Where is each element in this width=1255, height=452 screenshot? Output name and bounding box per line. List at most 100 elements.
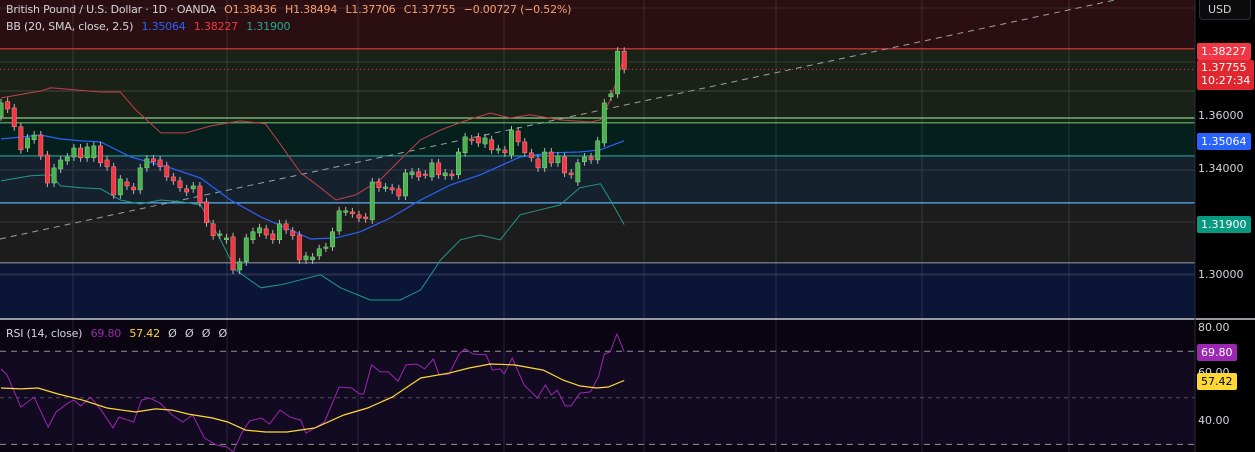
ohlc-open: O1.38436	[224, 3, 277, 16]
candle-down	[416, 171, 422, 178]
candle-down	[356, 214, 362, 219]
candle-down	[489, 139, 495, 151]
bb-upper-value: 1.38227	[193, 20, 238, 33]
rsi-ma-value: 57.42	[129, 327, 160, 340]
candle-up	[601, 102, 607, 144]
candle-down	[475, 136, 481, 144]
ohlc-change: −0.00727 (−0.52%)	[463, 3, 572, 16]
candle-down	[296, 234, 302, 261]
candle-down	[548, 151, 554, 164]
candle-up	[336, 210, 342, 232]
candle-down	[11, 107, 17, 128]
candle-down	[422, 173, 428, 176]
bb-upper-tag: 1.38227	[1197, 43, 1251, 60]
candle-down	[363, 216, 369, 220]
bb-legend[interactable]: BB (20, SMA, close, 2.5) 1.35064 1.38227…	[6, 20, 295, 33]
candle-up	[369, 181, 375, 221]
level-band	[0, 48, 1195, 119]
symbol-legend: British Pound / U.S. Dollar · 1D · OANDA…	[6, 3, 576, 16]
candle-up	[217, 233, 223, 236]
candle-up	[277, 223, 282, 241]
candle-up	[429, 162, 435, 178]
bb-lower-value: 1.31900	[246, 20, 291, 33]
rsi-legend[interactable]: RSI (14, close) 69.80 57.42 Ø Ø Ø Ø	[6, 327, 232, 340]
candle-up	[257, 227, 263, 234]
candle-down	[78, 147, 84, 159]
rsi-value: 69.80	[90, 327, 122, 340]
level-band	[0, 262, 1195, 318]
rsi-tick: 80.00	[1198, 321, 1230, 334]
ohlc-close: C1.37755	[403, 3, 456, 16]
candle-down	[230, 236, 236, 271]
level-band	[0, 202, 1195, 263]
candle-up	[0, 102, 4, 117]
price-tick: 1.36000	[1198, 109, 1244, 122]
rsi-label: RSI (14, close)	[6, 327, 83, 340]
candle-down	[197, 185, 203, 204]
candle-up	[608, 93, 614, 98]
candle-up	[383, 186, 388, 189]
candle-down	[38, 134, 44, 157]
symbol-title: British Pound / U.S. Dollar · 1D · OANDA	[6, 3, 216, 16]
candle-up	[595, 140, 601, 161]
rsi-ma-tag: 57.42	[1197, 373, 1237, 390]
candle-down	[5, 101, 11, 110]
rsi-na-1: Ø	[168, 327, 177, 340]
candle-down	[535, 158, 541, 169]
candle-down	[177, 180, 183, 189]
candle-down	[44, 154, 50, 184]
currency-button[interactable]: USD	[1199, 0, 1251, 20]
candle-down	[376, 181, 382, 189]
candle-up	[581, 156, 587, 163]
candle-up	[190, 185, 196, 190]
candle-down	[124, 181, 130, 187]
bb-basis-tag: 1.35064	[1197, 133, 1251, 150]
candle-down	[389, 187, 395, 191]
candle-up	[310, 256, 316, 261]
candle-down	[270, 233, 276, 241]
candle-up	[575, 162, 581, 183]
bb-basis-value: 1.35064	[141, 20, 186, 33]
candle-up	[456, 151, 461, 176]
rsi-na-2: Ø	[184, 327, 194, 340]
price-tick: 1.30000	[1198, 268, 1244, 281]
rsi-na-4: Ø	[218, 327, 227, 340]
candle-down	[263, 228, 269, 236]
candle-up	[495, 148, 501, 151]
candle-down	[469, 138, 475, 142]
candle-down	[568, 172, 574, 176]
candle-up	[323, 246, 329, 249]
candle-down	[290, 230, 296, 237]
candle-up	[402, 172, 408, 197]
candle-up	[64, 156, 70, 162]
chart-canvas[interactable]	[0, 0, 1255, 452]
candle-down	[588, 156, 594, 161]
candle-down	[621, 51, 627, 70]
candle-up	[542, 151, 548, 169]
candle-down	[562, 156, 567, 174]
candle-down	[184, 188, 190, 193]
ohlc-high: H1.38494	[285, 3, 338, 16]
bb-lower-tag: 1.31900	[1197, 216, 1251, 233]
candle-down	[131, 186, 137, 191]
candle-down	[436, 162, 442, 176]
candle-down	[528, 152, 534, 159]
candle-down	[396, 188, 402, 197]
candle-up	[343, 210, 349, 213]
candle-up	[482, 137, 488, 145]
candle-down	[502, 149, 508, 154]
candle-down	[98, 145, 103, 164]
candle-up	[462, 136, 468, 154]
candle-up	[442, 172, 448, 177]
candle-down	[349, 211, 355, 215]
candle-down	[522, 141, 528, 154]
candle-up	[25, 137, 30, 149]
candle-up	[330, 231, 335, 248]
candle-down	[151, 158, 156, 163]
price-tick: 1.34000	[1198, 162, 1244, 175]
candle-up	[223, 237, 229, 241]
candle-down	[170, 176, 176, 182]
candle-down	[104, 159, 110, 168]
candle-up	[250, 231, 256, 241]
candle-up	[117, 178, 123, 196]
